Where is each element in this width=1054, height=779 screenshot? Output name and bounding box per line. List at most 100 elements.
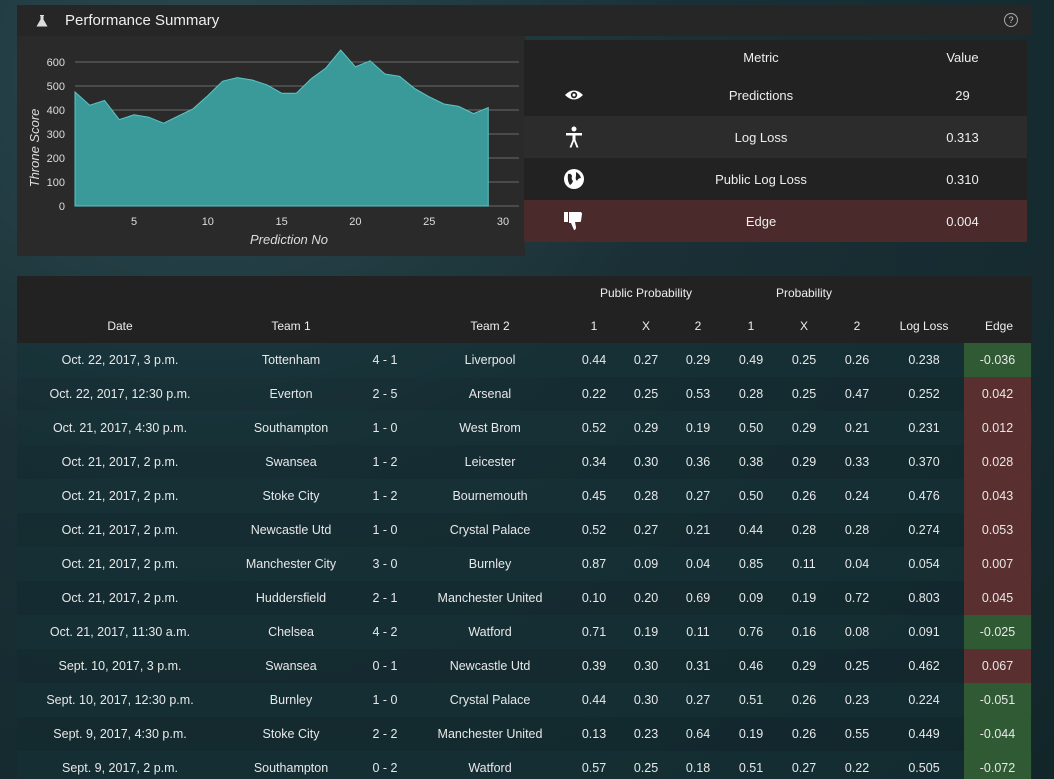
cell-public-x: 0.23 bbox=[633, 727, 659, 741]
cell-team1: Stoke City bbox=[262, 489, 320, 503]
cell-date: Oct. 21, 2017, 2 p.m. bbox=[61, 523, 179, 537]
cell-date: Sept. 10, 2017, 3 p.m. bbox=[58, 659, 182, 673]
cell-date: Oct. 22, 2017, 3 p.m. bbox=[61, 353, 179, 367]
cell-edge: 0.045 bbox=[964, 581, 1031, 615]
cell-team2: Arsenal bbox=[468, 387, 512, 401]
cell-public-x: 0.09 bbox=[633, 557, 659, 571]
cell-edge: 0.007 bbox=[964, 547, 1031, 581]
cell-edge: 0.042 bbox=[964, 377, 1031, 411]
cell-date: Sept. 10, 2017, 12:30 p.m. bbox=[46, 693, 194, 707]
cell-prob-1: 0.49 bbox=[738, 353, 764, 367]
cell-prob-2: 0.22 bbox=[844, 761, 870, 775]
cell-prob-x: 0.19 bbox=[791, 591, 817, 605]
col-team2: Team 2 bbox=[470, 319, 510, 333]
cell-public-x: 0.27 bbox=[633, 353, 659, 367]
metric-value: 0.310 bbox=[946, 171, 979, 187]
cell-logloss: 0.238 bbox=[908, 353, 940, 367]
cell-edge: 0.043 bbox=[964, 479, 1031, 513]
table-header: Public Probability Probability Date Team… bbox=[17, 276, 1032, 343]
cell-public-x: 0.30 bbox=[633, 659, 659, 673]
cell-prob-1: 0.28 bbox=[738, 387, 764, 401]
cell-team1: Everton bbox=[269, 387, 313, 401]
metric-value: 0.004 bbox=[946, 213, 979, 229]
x-tick-label: 5 bbox=[131, 216, 137, 228]
table-row: Sept. 10, 2017, 12:30 p.m. Burnley 1 - 0 Cr… bbox=[17, 683, 1032, 717]
cell-date: Oct. 21, 2017, 11:30 a.m. bbox=[49, 625, 191, 639]
cell-public-2: 0.53 bbox=[685, 387, 711, 401]
cell-public-1: 0.52 bbox=[581, 523, 607, 537]
cell-prob-2: 0.21 bbox=[844, 421, 870, 435]
cell-date: Oct. 21, 2017, 2 p.m. bbox=[61, 591, 179, 605]
cell-logloss: 0.252 bbox=[908, 387, 940, 401]
cell-team1: Burnley bbox=[269, 693, 313, 707]
cell-public-x: 0.19 bbox=[633, 625, 659, 639]
panel-title: Performance Summary bbox=[65, 12, 220, 29]
cell-score: 4 - 2 bbox=[372, 625, 398, 639]
cell-team1: Southampton bbox=[253, 761, 329, 775]
cell-public-2: 0.64 bbox=[685, 727, 711, 741]
cell-public-2: 0.69 bbox=[685, 591, 711, 605]
cell-prob-1: 0.38 bbox=[738, 455, 764, 469]
table-row: Sept. 9, 2017, 4:30 p.m. Stoke City 2 - 2 M… bbox=[17, 717, 1032, 751]
cell-prob-x: 0.29 bbox=[791, 421, 817, 435]
cell-prob-2: 0.47 bbox=[844, 387, 870, 401]
cell-prob-x: 0.16 bbox=[791, 625, 817, 639]
table-row: Oct. 22, 2017, 3 p.m. Tottenham 4 - 1 Liver… bbox=[17, 343, 1032, 377]
y-tick-label: 400 bbox=[47, 105, 65, 117]
cell-public-x: 0.30 bbox=[633, 693, 659, 707]
cell-prob-1: 0.85 bbox=[738, 557, 764, 571]
table-row: Oct. 22, 2017, 12:30 p.m. Everton 2 - 5 Ars… bbox=[17, 377, 1032, 411]
table-row: Oct. 21, 2017, 2 p.m. Newcastle Utd 1 - 0 C… bbox=[17, 513, 1032, 547]
metric-row-edge: Edge 0.004 bbox=[524, 200, 1027, 242]
accessibility-icon bbox=[566, 126, 582, 148]
cell-team1: Manchester City bbox=[245, 557, 337, 571]
metric-row-predictions: Predictions 29 bbox=[524, 74, 1027, 116]
cell-public-x: 0.30 bbox=[633, 455, 659, 469]
cell-edge: 0.012 bbox=[964, 411, 1031, 445]
cell-prob-2: 0.33 bbox=[844, 455, 870, 469]
cell-team2: Watford bbox=[468, 761, 512, 775]
cell-edge: -0.044 bbox=[964, 717, 1031, 751]
cell-prob-2: 0.72 bbox=[844, 591, 870, 605]
cell-date: Sept. 9, 2017, 2 p.m. bbox=[61, 761, 179, 775]
metric-row-public-logloss: Public Log Loss 0.310 bbox=[524, 158, 1027, 200]
group-public-header: Public Probability bbox=[599, 286, 693, 300]
cell-public-1: 0.44 bbox=[581, 353, 607, 367]
cell-public-1: 0.22 bbox=[581, 387, 607, 401]
cell-public-2: 0.27 bbox=[685, 489, 711, 503]
metric-value: 29 bbox=[955, 87, 970, 103]
cell-public-x: 0.28 bbox=[633, 489, 659, 503]
cell-public-1: 0.71 bbox=[581, 625, 607, 639]
cell-prob-1: 0.50 bbox=[738, 421, 764, 435]
cell-logloss: 0.449 bbox=[908, 727, 940, 741]
cell-team2: Manchester United bbox=[437, 727, 543, 741]
cell-public-x: 0.29 bbox=[633, 421, 659, 435]
cell-team1: Huddersfield bbox=[255, 591, 327, 605]
cell-prob-x: 0.29 bbox=[791, 659, 817, 673]
table-row: Sept. 10, 2017, 3 p.m. Swansea 0 - 1 Newcas… bbox=[17, 649, 1032, 683]
y-tick-label: 100 bbox=[47, 177, 65, 189]
cell-logloss: 0.505 bbox=[908, 761, 940, 775]
col-public-2: 2 bbox=[694, 319, 702, 333]
cell-prob-x: 0.28 bbox=[791, 523, 817, 537]
cell-team2: Bournemouth bbox=[452, 489, 528, 503]
cell-public-x: 0.25 bbox=[633, 761, 659, 775]
cell-logloss: 0.803 bbox=[908, 591, 940, 605]
cell-public-2: 0.19 bbox=[685, 421, 711, 435]
help-icon[interactable]: ? bbox=[1004, 13, 1018, 27]
cell-team1: Stoke City bbox=[262, 727, 320, 741]
y-tick-label: 500 bbox=[47, 81, 65, 93]
cell-edge: 0.028 bbox=[964, 445, 1031, 479]
score-area-series bbox=[74, 49, 489, 207]
x-tick-label: 20 bbox=[349, 216, 361, 228]
x-tick-label: 10 bbox=[202, 216, 214, 228]
cell-team2: Newcastle Utd bbox=[449, 659, 531, 673]
cell-edge: 0.067 bbox=[964, 649, 1031, 683]
cell-team1: Southampton bbox=[253, 421, 329, 435]
x-tick-label: 30 bbox=[497, 216, 509, 228]
col-prob-2: 2 bbox=[853, 319, 861, 333]
metric-value: 0.313 bbox=[946, 129, 979, 145]
cell-score: 4 - 1 bbox=[372, 353, 398, 367]
cell-public-1: 0.45 bbox=[581, 489, 607, 503]
score-chart: 0 100 200 300 400 500 600 5 10 15 20 25 30 Prediction… bbox=[17, 36, 525, 256]
